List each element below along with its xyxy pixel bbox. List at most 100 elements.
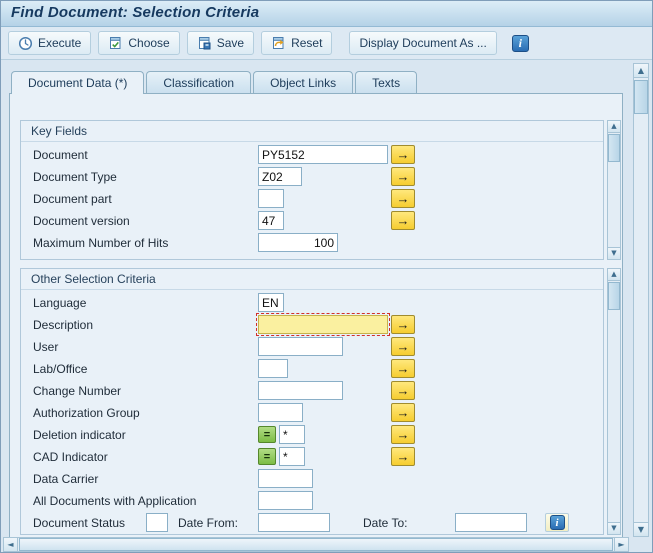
document-input[interactable]: [258, 145, 388, 164]
max-hits-input[interactable]: [258, 233, 338, 252]
application-toolbar: Execute Choose Save Reset Display Docume…: [1, 27, 652, 60]
execute-button[interactable]: Execute: [8, 31, 92, 55]
deletion-indicator-input[interactable]: [279, 425, 305, 444]
multiselect-document-type-button[interactable]: →: [391, 167, 415, 186]
description-label: Description: [33, 318, 94, 332]
reset-icon: [273, 36, 284, 49]
field-row-authorization-group: Authorization Group →: [21, 403, 603, 423]
tab-strip: Document Data (*) Classification Object …: [11, 71, 418, 94]
multiselect-description-button[interactable]: →: [391, 315, 415, 334]
choose-button[interactable]: Choose: [98, 31, 180, 55]
document-status-input[interactable]: [146, 513, 168, 532]
date-to-input[interactable]: [455, 513, 527, 532]
field-row-document-version: Document version →: [21, 211, 603, 231]
display-document-as-button[interactable]: Display Document As ...: [349, 31, 497, 55]
reset-label: Reset: [291, 36, 323, 50]
change-number-label: Change Number: [33, 384, 122, 398]
save-icon: [198, 36, 211, 49]
page-title: Find Document: Selection Criteria: [11, 4, 260, 21]
multiselect-user-button[interactable]: →: [391, 337, 415, 356]
multiselect-document-button[interactable]: →: [391, 145, 415, 164]
scroll-thumb[interactable]: [608, 134, 620, 162]
field-row-document: Document →: [21, 145, 603, 165]
multiselect-arrow-icon: →: [396, 361, 410, 376]
equals-icon: =: [263, 450, 271, 463]
scroll-up-icon[interactable]: ▲: [607, 268, 621, 281]
field-row-all-documents: All Documents with Application: [21, 491, 603, 511]
user-input[interactable]: [258, 337, 343, 356]
h-scroll-thumb[interactable]: [19, 538, 613, 551]
scroll-down-icon[interactable]: ▼: [607, 522, 621, 535]
horizontal-scrollbar[interactable]: ◄ ►: [3, 537, 629, 552]
language-label: Language: [33, 296, 87, 310]
document-label: Document: [33, 148, 88, 162]
document-part-input[interactable]: [258, 189, 284, 208]
change-number-input[interactable]: [258, 381, 343, 400]
max-hits-label: Maximum Number of Hits: [33, 236, 169, 250]
multiselect-arrow-icon: →: [396, 339, 410, 354]
info-icon: i: [518, 35, 523, 50]
scroll-down-icon[interactable]: ▼: [633, 522, 649, 537]
lab-office-label: Lab/Office: [33, 362, 88, 376]
deletion-indicator-label: Deletion indicator: [33, 428, 126, 442]
field-row-lab-office: Lab/Office →: [21, 359, 603, 379]
multiselect-cad-indicator-button[interactable]: →: [391, 447, 415, 466]
multiselect-authorization-group-button[interactable]: →: [391, 403, 415, 422]
all-documents-input[interactable]: [258, 491, 313, 510]
info-button[interactable]: i: [511, 34, 529, 52]
vertical-scrollbar[interactable]: ▲ ▼: [633, 63, 649, 537]
tab-texts-label: Texts: [372, 76, 401, 90]
document-part-label: Document part: [33, 192, 112, 206]
group-key-fields: Key Fields Document → Document Type → Do…: [20, 120, 604, 260]
scroll-thumb[interactable]: [634, 80, 648, 114]
multiselect-change-number-button[interactable]: →: [391, 381, 415, 400]
scroll-thumb[interactable]: [608, 282, 620, 310]
document-version-input[interactable]: [258, 211, 284, 230]
reset-button[interactable]: Reset: [261, 31, 333, 55]
scroll-left-icon[interactable]: ◄: [3, 537, 18, 552]
save-button[interactable]: Save: [186, 31, 255, 55]
other-criteria-scrollbar[interactable]: ▲ ▼: [607, 268, 621, 535]
date-from-input[interactable]: [258, 513, 330, 532]
scroll-right-icon[interactable]: ►: [614, 537, 629, 552]
document-type-input[interactable]: [258, 167, 302, 186]
date-to-label: Date To:: [363, 516, 408, 530]
multiselect-deletion-indicator-button[interactable]: →: [391, 425, 415, 444]
multiselect-document-version-button[interactable]: →: [391, 211, 415, 230]
authorization-group-input[interactable]: [258, 403, 303, 422]
field-row-deletion-indicator: Deletion indicator = →: [21, 425, 603, 445]
description-input[interactable]: [256, 313, 390, 336]
date-info-button[interactable]: i: [545, 513, 569, 532]
tab-document-data-label: Document Data (*): [28, 76, 128, 90]
scroll-up-icon[interactable]: ▲: [607, 120, 621, 133]
language-input[interactable]: [258, 293, 284, 312]
save-label: Save: [216, 36, 245, 50]
multiselect-arrow-icon: →: [396, 317, 410, 332]
scroll-down-icon[interactable]: ▼: [607, 247, 621, 260]
tab-document-data[interactable]: Document Data (*): [11, 71, 145, 94]
tab-object-links-label: Object Links: [270, 76, 337, 90]
tab-object-links[interactable]: Object Links: [253, 71, 354, 93]
field-row-language: Language: [21, 293, 603, 313]
all-documents-label: All Documents with Application: [33, 494, 197, 508]
multiselect-document-part-button[interactable]: →: [391, 189, 415, 208]
field-row-change-number: Change Number →: [21, 381, 603, 401]
cad-indicator-input[interactable]: [279, 447, 305, 466]
date-from-label: Date From:: [178, 516, 239, 530]
tab-classification[interactable]: Classification: [146, 71, 252, 93]
field-row-document-status: Document Status Date From: Date To: i: [21, 513, 603, 533]
lab-office-input[interactable]: [258, 359, 288, 378]
deletion-indicator-operator-button[interactable]: =: [258, 426, 276, 443]
field-row-data-carrier: Data Carrier: [21, 469, 603, 489]
tab-texts[interactable]: Texts: [355, 71, 418, 93]
multiselect-arrow-icon: →: [396, 213, 410, 228]
cad-indicator-operator-button[interactable]: =: [258, 448, 276, 465]
field-row-document-type: Document Type →: [21, 167, 603, 187]
scroll-up-icon[interactable]: ▲: [633, 63, 649, 78]
multiselect-arrow-icon: →: [396, 191, 410, 206]
choose-icon: [110, 36, 121, 49]
key-fields-scrollbar[interactable]: ▲ ▼: [607, 120, 621, 260]
multiselect-lab-office-button[interactable]: →: [391, 359, 415, 378]
data-carrier-input[interactable]: [258, 469, 313, 488]
cad-indicator-label: CAD Indicator: [33, 450, 108, 464]
